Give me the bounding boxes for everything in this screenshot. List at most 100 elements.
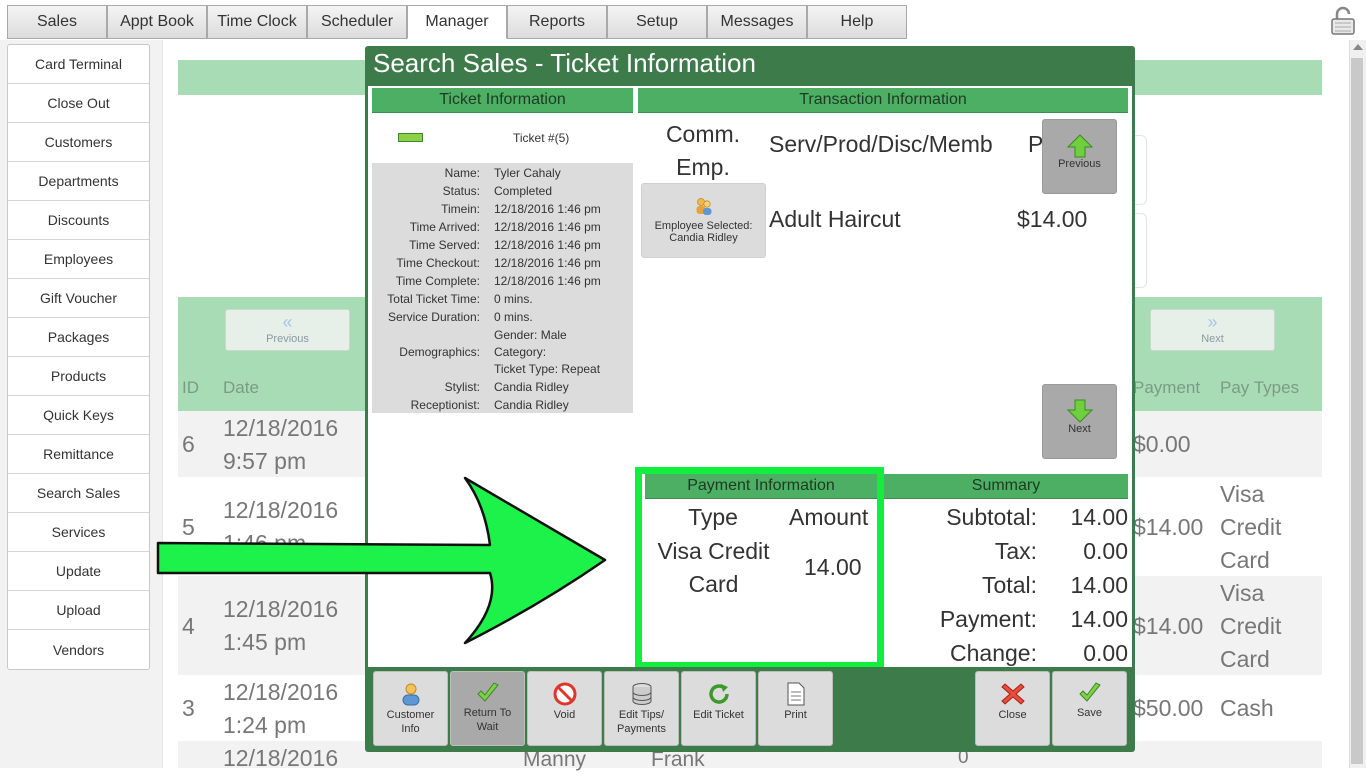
save-label: Save bbox=[1076, 707, 1103, 719]
scroll-up-arrow-icon[interactable] bbox=[1353, 44, 1363, 50]
menu-item-customers[interactable]: Customers bbox=[8, 123, 149, 162]
summary-value: 0.00 bbox=[1083, 538, 1128, 564]
comm-label: Comm. bbox=[665, 121, 741, 147]
menu-item-discounts[interactable]: Discounts bbox=[8, 201, 149, 240]
print-button[interactable]: Print bbox=[758, 671, 833, 746]
bg-previous-label: Previous bbox=[266, 333, 309, 345]
info-label: Status: bbox=[442, 184, 480, 198]
previous-button[interactable]: Previous bbox=[1042, 119, 1117, 194]
menu-item-search-sales[interactable]: Search Sales bbox=[8, 474, 149, 513]
info-value: Gender: Male bbox=[494, 328, 567, 342]
void-button[interactable]: Void bbox=[527, 671, 602, 746]
row-payment: $50.00 bbox=[1133, 695, 1204, 721]
customer-info-button[interactable]: Customer Info bbox=[373, 671, 448, 746]
column-header-payment[interactable]: Payment bbox=[1133, 378, 1200, 398]
lock-icon[interactable] bbox=[1327, 5, 1359, 37]
ticket-status-badge bbox=[398, 133, 423, 142]
service-price: $14.00 bbox=[1017, 206, 1088, 232]
row-date: 12/18/2016 bbox=[223, 745, 339, 771]
row-pay-type: Visa bbox=[1220, 580, 1265, 606]
column-header-date[interactable]: Date bbox=[223, 378, 259, 398]
customer-info-label: Info bbox=[401, 723, 420, 735]
info-label: Receptionist: bbox=[410, 398, 480, 412]
transaction-info-header: Transaction Information bbox=[638, 88, 1128, 113]
tab-scheduler[interactable]: Scheduler bbox=[307, 5, 407, 39]
info-value: 0 mins. bbox=[494, 292, 533, 306]
info-value: 12/18/2016 1:46 pm bbox=[494, 274, 601, 288]
menu-item-packages[interactable]: Packages bbox=[8, 318, 149, 357]
menu-item-upload[interactable]: Upload bbox=[8, 591, 149, 630]
return-to-wait-button[interactable]: Return To Wait bbox=[450, 671, 525, 746]
tab-messages[interactable]: Messages bbox=[707, 5, 807, 39]
tab-appt-book[interactable]: Appt Book bbox=[107, 5, 207, 39]
comm-emp-label: Comm. Emp. bbox=[648, 118, 758, 184]
tab-manager[interactable]: Manager bbox=[407, 5, 507, 39]
edit-tips-label: Edit Tips/ bbox=[618, 709, 665, 721]
main-tabs: Sales Appt Book Time Clock Scheduler Man… bbox=[7, 5, 907, 39]
info-value: 0 mins. bbox=[494, 310, 533, 324]
return-to-wait-label: Return To bbox=[463, 707, 512, 719]
arrow-down-icon bbox=[1066, 399, 1093, 423]
menu-item-remittance[interactable]: Remittance bbox=[8, 435, 149, 474]
tab-time-clock[interactable]: Time Clock bbox=[207, 5, 307, 39]
summary-label: Tax: bbox=[994, 538, 1037, 564]
menu-item-update[interactable]: Update bbox=[8, 552, 149, 591]
row-pay-type: Credit bbox=[1220, 613, 1282, 639]
row-payment: $14.00 bbox=[1133, 514, 1204, 540]
menu-item-products[interactable]: Products bbox=[8, 357, 149, 396]
ticket-number: Ticket #(5) bbox=[513, 131, 570, 145]
menu-item-employees[interactable]: Employees bbox=[8, 240, 149, 279]
row-id: 3 bbox=[182, 695, 195, 721]
row-payment: $0.00 bbox=[1133, 431, 1191, 457]
summary-value: 14.00 bbox=[1070, 606, 1128, 632]
info-label: Demographics: bbox=[399, 345, 480, 359]
tab-setup[interactable]: Setup bbox=[607, 5, 707, 39]
row-pay-type: Credit bbox=[1220, 514, 1282, 540]
emp-label: Emp. bbox=[676, 154, 730, 180]
ticket-info-header: Ticket Information bbox=[372, 88, 633, 113]
bg-next-button[interactable]: » Next bbox=[1150, 309, 1275, 351]
info-value: Tyler Cahaly bbox=[494, 166, 561, 180]
edit-ticket-button[interactable]: Edit Ticket bbox=[681, 671, 756, 746]
menu-item-gift-voucher[interactable]: Gift Voucher bbox=[8, 279, 149, 318]
edit-tips-payments-button[interactable]: Edit Tips/ Payments bbox=[604, 671, 679, 746]
refresh-icon bbox=[708, 684, 729, 704]
save-button[interactable]: Save bbox=[1052, 671, 1127, 746]
close-button[interactable]: Close bbox=[975, 671, 1050, 746]
row-pay-type: Card bbox=[1220, 547, 1270, 573]
filter-box bbox=[1135, 213, 1147, 288]
summary-value: 0.00 bbox=[1083, 640, 1128, 666]
top-nav: Sales Appt Book Time Clock Scheduler Man… bbox=[0, 0, 1366, 40]
tab-sales[interactable]: Sales bbox=[7, 5, 107, 39]
bg-previous-button[interactable]: « Previous bbox=[225, 309, 350, 351]
close-label: Close bbox=[998, 709, 1027, 721]
info-label: Time Complete: bbox=[395, 274, 480, 288]
row-time: 1:24 pm bbox=[223, 712, 307, 738]
menu-item-quick-keys[interactable]: Quick Keys bbox=[8, 396, 149, 435]
user-icon bbox=[402, 683, 419, 706]
info-label: Name: bbox=[444, 166, 480, 180]
info-label: Stylist: bbox=[444, 380, 480, 394]
next-button[interactable]: Next bbox=[1042, 384, 1117, 459]
menu-item-close-out[interactable]: Close Out bbox=[8, 84, 149, 123]
info-value: 12/18/2016 1:46 pm bbox=[494, 202, 601, 216]
column-header-pay-types[interactable]: Pay Types bbox=[1220, 378, 1299, 398]
menu-item-departments[interactable]: Departments bbox=[8, 162, 149, 201]
checkmark-icon bbox=[476, 682, 499, 702]
menu-item-card-terminal[interactable]: Card Terminal bbox=[8, 45, 149, 84]
service-column-header: Serv/Prod/Disc/Memb bbox=[769, 131, 993, 157]
scroll-thumb[interactable] bbox=[1351, 58, 1363, 764]
column-header-id[interactable]: ID bbox=[182, 378, 199, 398]
info-value: Completed bbox=[494, 184, 553, 198]
tab-reports[interactable]: Reports bbox=[507, 5, 607, 39]
employee-selected-button[interactable]: Employee Selected: Candia Ridley bbox=[641, 183, 766, 258]
menu-item-services[interactable]: Services bbox=[8, 513, 149, 552]
employee-selected-label: Employee Selected: bbox=[654, 220, 753, 232]
info-label: Service Duration: bbox=[387, 310, 480, 324]
menu-item-vendors[interactable]: Vendors bbox=[8, 630, 149, 669]
print-label: Print bbox=[784, 709, 807, 721]
info-value: Ticket Type: Repeat bbox=[494, 362, 601, 376]
info-label: Timein: bbox=[441, 202, 480, 216]
row-pay-type: Card bbox=[1220, 646, 1270, 672]
tab-help[interactable]: Help bbox=[807, 5, 907, 39]
